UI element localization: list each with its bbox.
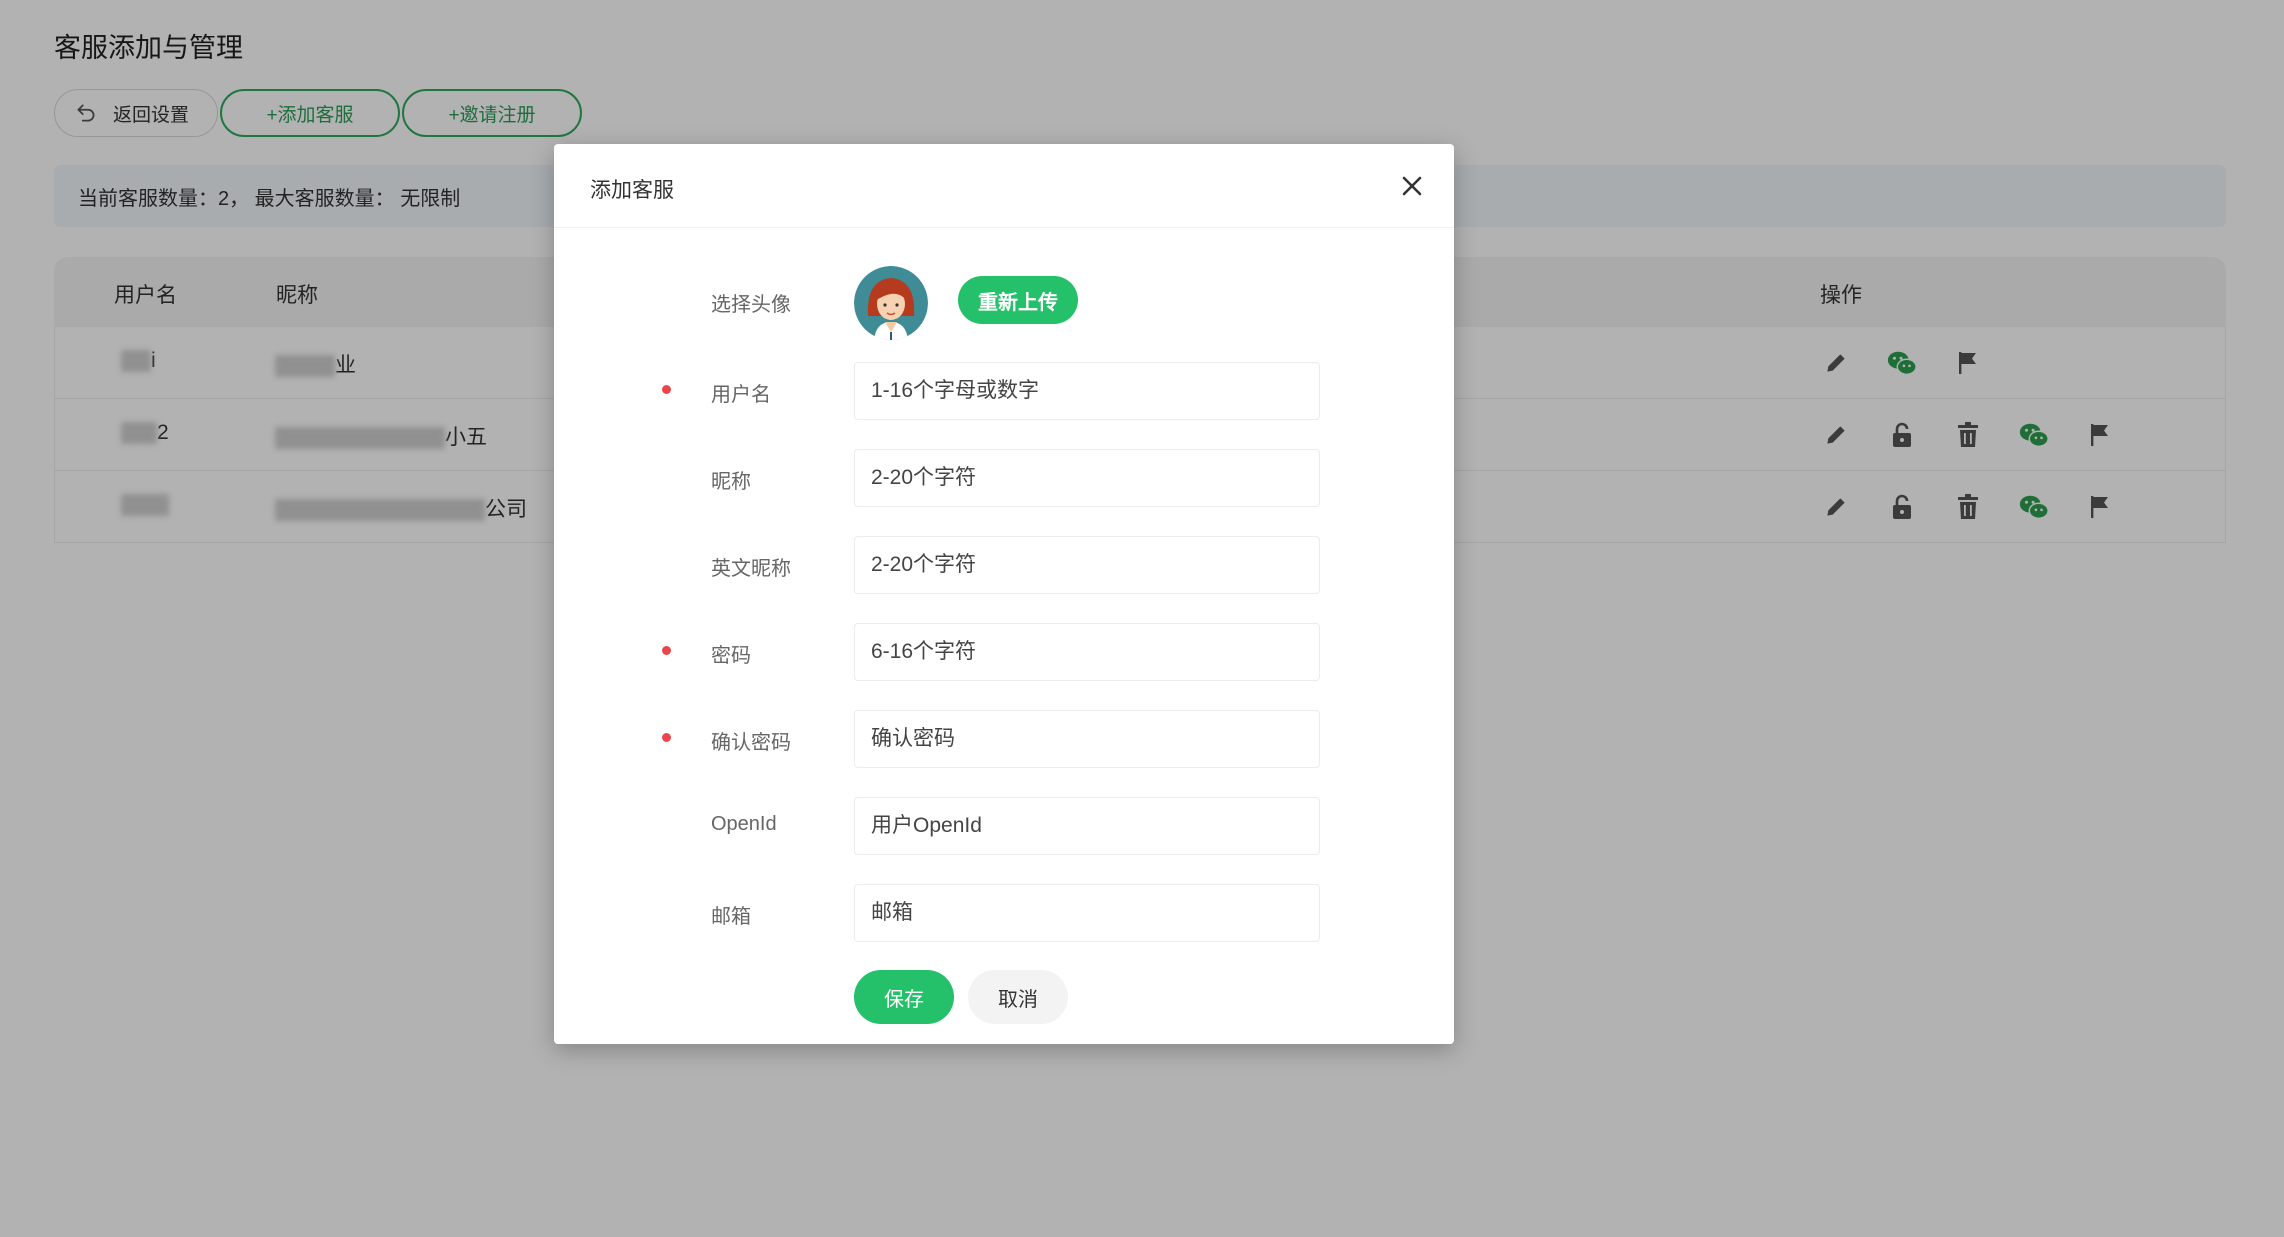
form-row-password: 密码 — [554, 623, 1454, 681]
confirm-password-input[interactable] — [854, 710, 1320, 768]
openid-label: OpenId — [711, 813, 777, 835]
email-input[interactable] — [854, 884, 1320, 942]
openid-input[interactable] — [854, 797, 1320, 855]
required-marker — [662, 646, 671, 655]
username-input[interactable] — [854, 362, 1320, 420]
username-label: 用户名 — [711, 384, 771, 406]
form-row-username: 用户名 — [554, 362, 1454, 420]
confirm-password-label: 确认密码 — [711, 732, 791, 754]
form-row-email: 邮箱 — [554, 884, 1454, 942]
add-agent-dialog: 添加客服 选择头像 重新上传 用户名 昵称 英文昵称 — [554, 144, 1454, 1044]
form-row-confirm-password: 确认密码 — [554, 710, 1454, 768]
cancel-button[interactable]: 取消 — [968, 970, 1068, 1024]
english-nickname-input[interactable] — [854, 536, 1320, 594]
password-input[interactable] — [854, 623, 1320, 681]
required-marker — [662, 385, 671, 394]
avatar-label: 选择头像 — [711, 294, 791, 316]
avatar[interactable] — [854, 266, 928, 340]
nickname-label: 昵称 — [711, 471, 751, 493]
close-icon[interactable] — [1394, 168, 1430, 204]
dialog-header: 添加客服 — [554, 144, 1454, 228]
email-label: 邮箱 — [711, 906, 751, 928]
nickname-input[interactable] — [854, 449, 1320, 507]
form-row-openid: OpenId — [554, 797, 1454, 855]
form-row-nickname: 昵称 — [554, 449, 1454, 507]
english-nickname-label: 英文昵称 — [711, 558, 791, 580]
reupload-button[interactable]: 重新上传 — [958, 276, 1078, 324]
dialog-title: 添加客服 — [590, 179, 674, 202]
save-button[interactable]: 保存 — [854, 970, 954, 1024]
password-label: 密码 — [711, 645, 751, 667]
form-row-english-nickname: 英文昵称 — [554, 536, 1454, 594]
required-marker — [662, 733, 671, 742]
